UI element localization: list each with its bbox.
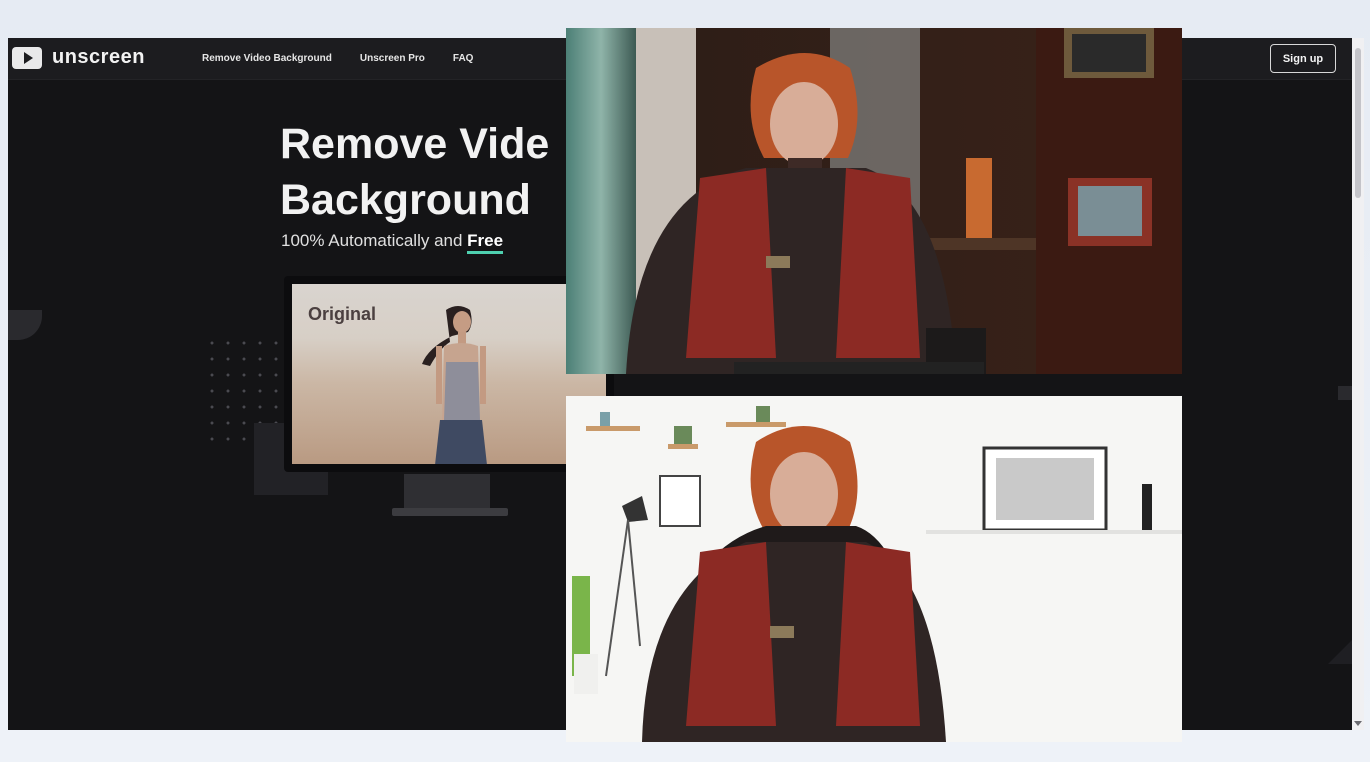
main-nav: Remove Video Background Unscreen Pro FAQ — [202, 53, 473, 64]
decorative-square — [1338, 386, 1352, 400]
demo-monitor: Original — [284, 276, 614, 472]
sign-up-button[interactable]: Sign up — [1270, 44, 1336, 73]
scroll-down-arrow-icon[interactable] — [1354, 721, 1362, 726]
decorative-triangle — [1328, 640, 1352, 664]
logo[interactable]: unscreen — [12, 46, 145, 69]
decorative-shape — [8, 310, 42, 340]
hero-title-line2: Background — [280, 176, 531, 224]
nav-remove-video-background[interactable]: Remove Video Background — [202, 53, 332, 64]
vertical-scrollbar[interactable] — [1352, 38, 1364, 730]
nav-unscreen-pro[interactable]: Unscreen Pro — [360, 53, 425, 64]
processed-video-frame — [566, 396, 1182, 742]
hero-subtitle-free: Free — [467, 231, 504, 254]
hero-title-line1: Remove Vide — [280, 120, 550, 168]
video-replaced-background[interactable] — [566, 396, 1182, 742]
monitor-stand-base — [392, 508, 508, 516]
demo-video-original[interactable]: Original — [292, 284, 606, 464]
nav-faq[interactable]: FAQ — [453, 53, 474, 64]
scrollbar-thumb[interactable] — [1355, 48, 1361, 198]
original-video-frame — [566, 28, 1182, 374]
demo-person-figure — [422, 306, 487, 464]
logo-text: unscreen — [52, 46, 145, 68]
demo-label-original: Original — [308, 304, 377, 324]
hero-title: Remove Vide Background — [280, 116, 580, 228]
monitor-stand — [404, 474, 490, 508]
hero-subtitle: 100% Automatically and Free — [281, 231, 504, 254]
hero-subtitle-prefix: 100% Automatically and — [281, 231, 468, 250]
video-original-background[interactable] — [566, 28, 1182, 374]
play-icon — [12, 46, 42, 69]
